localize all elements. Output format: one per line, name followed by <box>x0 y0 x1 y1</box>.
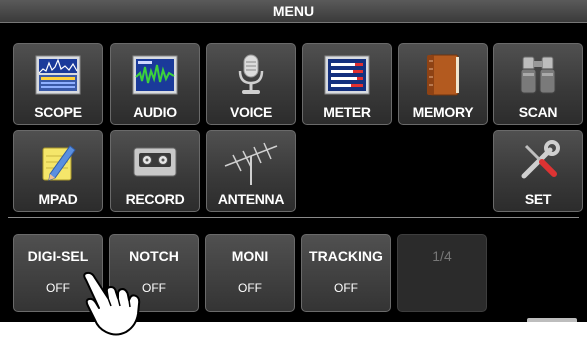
tracking-button[interactable]: TRACKING OFF <box>301 234 391 312</box>
memory-label: MEMORY <box>412 104 474 120</box>
section-divider <box>8 217 579 218</box>
moni-state: OFF <box>238 281 262 295</box>
moni-label: MONI <box>231 248 269 264</box>
meter-button[interactable]: METER <box>302 43 392 125</box>
page-indicator-label: 1/4 <box>432 248 452 264</box>
antenna-icon <box>224 142 278 185</box>
voice-label: VOICE <box>229 104 273 120</box>
antenna-button[interactable]: ANTENNA <box>206 130 296 212</box>
cassette-icon <box>133 147 177 177</box>
meter-label: METER <box>323 104 371 120</box>
mpad-label: MPAD <box>38 191 78 207</box>
scan-button[interactable]: SCAN <box>493 43 583 125</box>
antenna-label: ANTENNA <box>217 191 285 207</box>
menu-title-bar: MENU <box>0 0 587 23</box>
moni-button[interactable]: MONI OFF <box>205 234 295 312</box>
set-label: SET <box>524 191 552 207</box>
scope-icon <box>35 55 81 95</box>
digi-sel-label: DIGI-SEL <box>27 248 89 264</box>
binoculars-icon <box>520 56 556 94</box>
memory-book-icon <box>427 54 459 96</box>
menu-title: MENU <box>272 3 315 19</box>
scope-button[interactable]: SCOPE <box>13 43 103 125</box>
scope-label: SCOPE <box>34 104 82 120</box>
audio-button[interactable]: AUDIO <box>110 43 200 125</box>
tapping-hand-icon <box>83 271 141 336</box>
mpad-button[interactable]: MPAD <box>13 130 103 212</box>
bottom-tab <box>527 318 577 322</box>
audio-icon <box>132 55 178 95</box>
microphone-icon <box>238 54 264 94</box>
scan-label: SCAN <box>518 104 558 120</box>
wrench-screwdriver-icon <box>521 140 560 179</box>
meter-icon <box>324 55 370 95</box>
memory-button[interactable]: MEMORY <box>398 43 488 125</box>
notch-label: NOTCH <box>129 248 179 264</box>
tracking-label: TRACKING <box>309 248 383 264</box>
tracking-state: OFF <box>334 281 358 295</box>
notepad-pencil-icon <box>42 145 76 181</box>
audio-label: AUDIO <box>133 104 177 120</box>
voice-button[interactable]: VOICE <box>206 43 296 125</box>
record-button[interactable]: RECORD <box>110 130 200 212</box>
record-label: RECORD <box>125 191 185 207</box>
page-indicator-button[interactable]: 1/4 <box>397 234 487 312</box>
set-button[interactable]: SET <box>493 130 583 212</box>
